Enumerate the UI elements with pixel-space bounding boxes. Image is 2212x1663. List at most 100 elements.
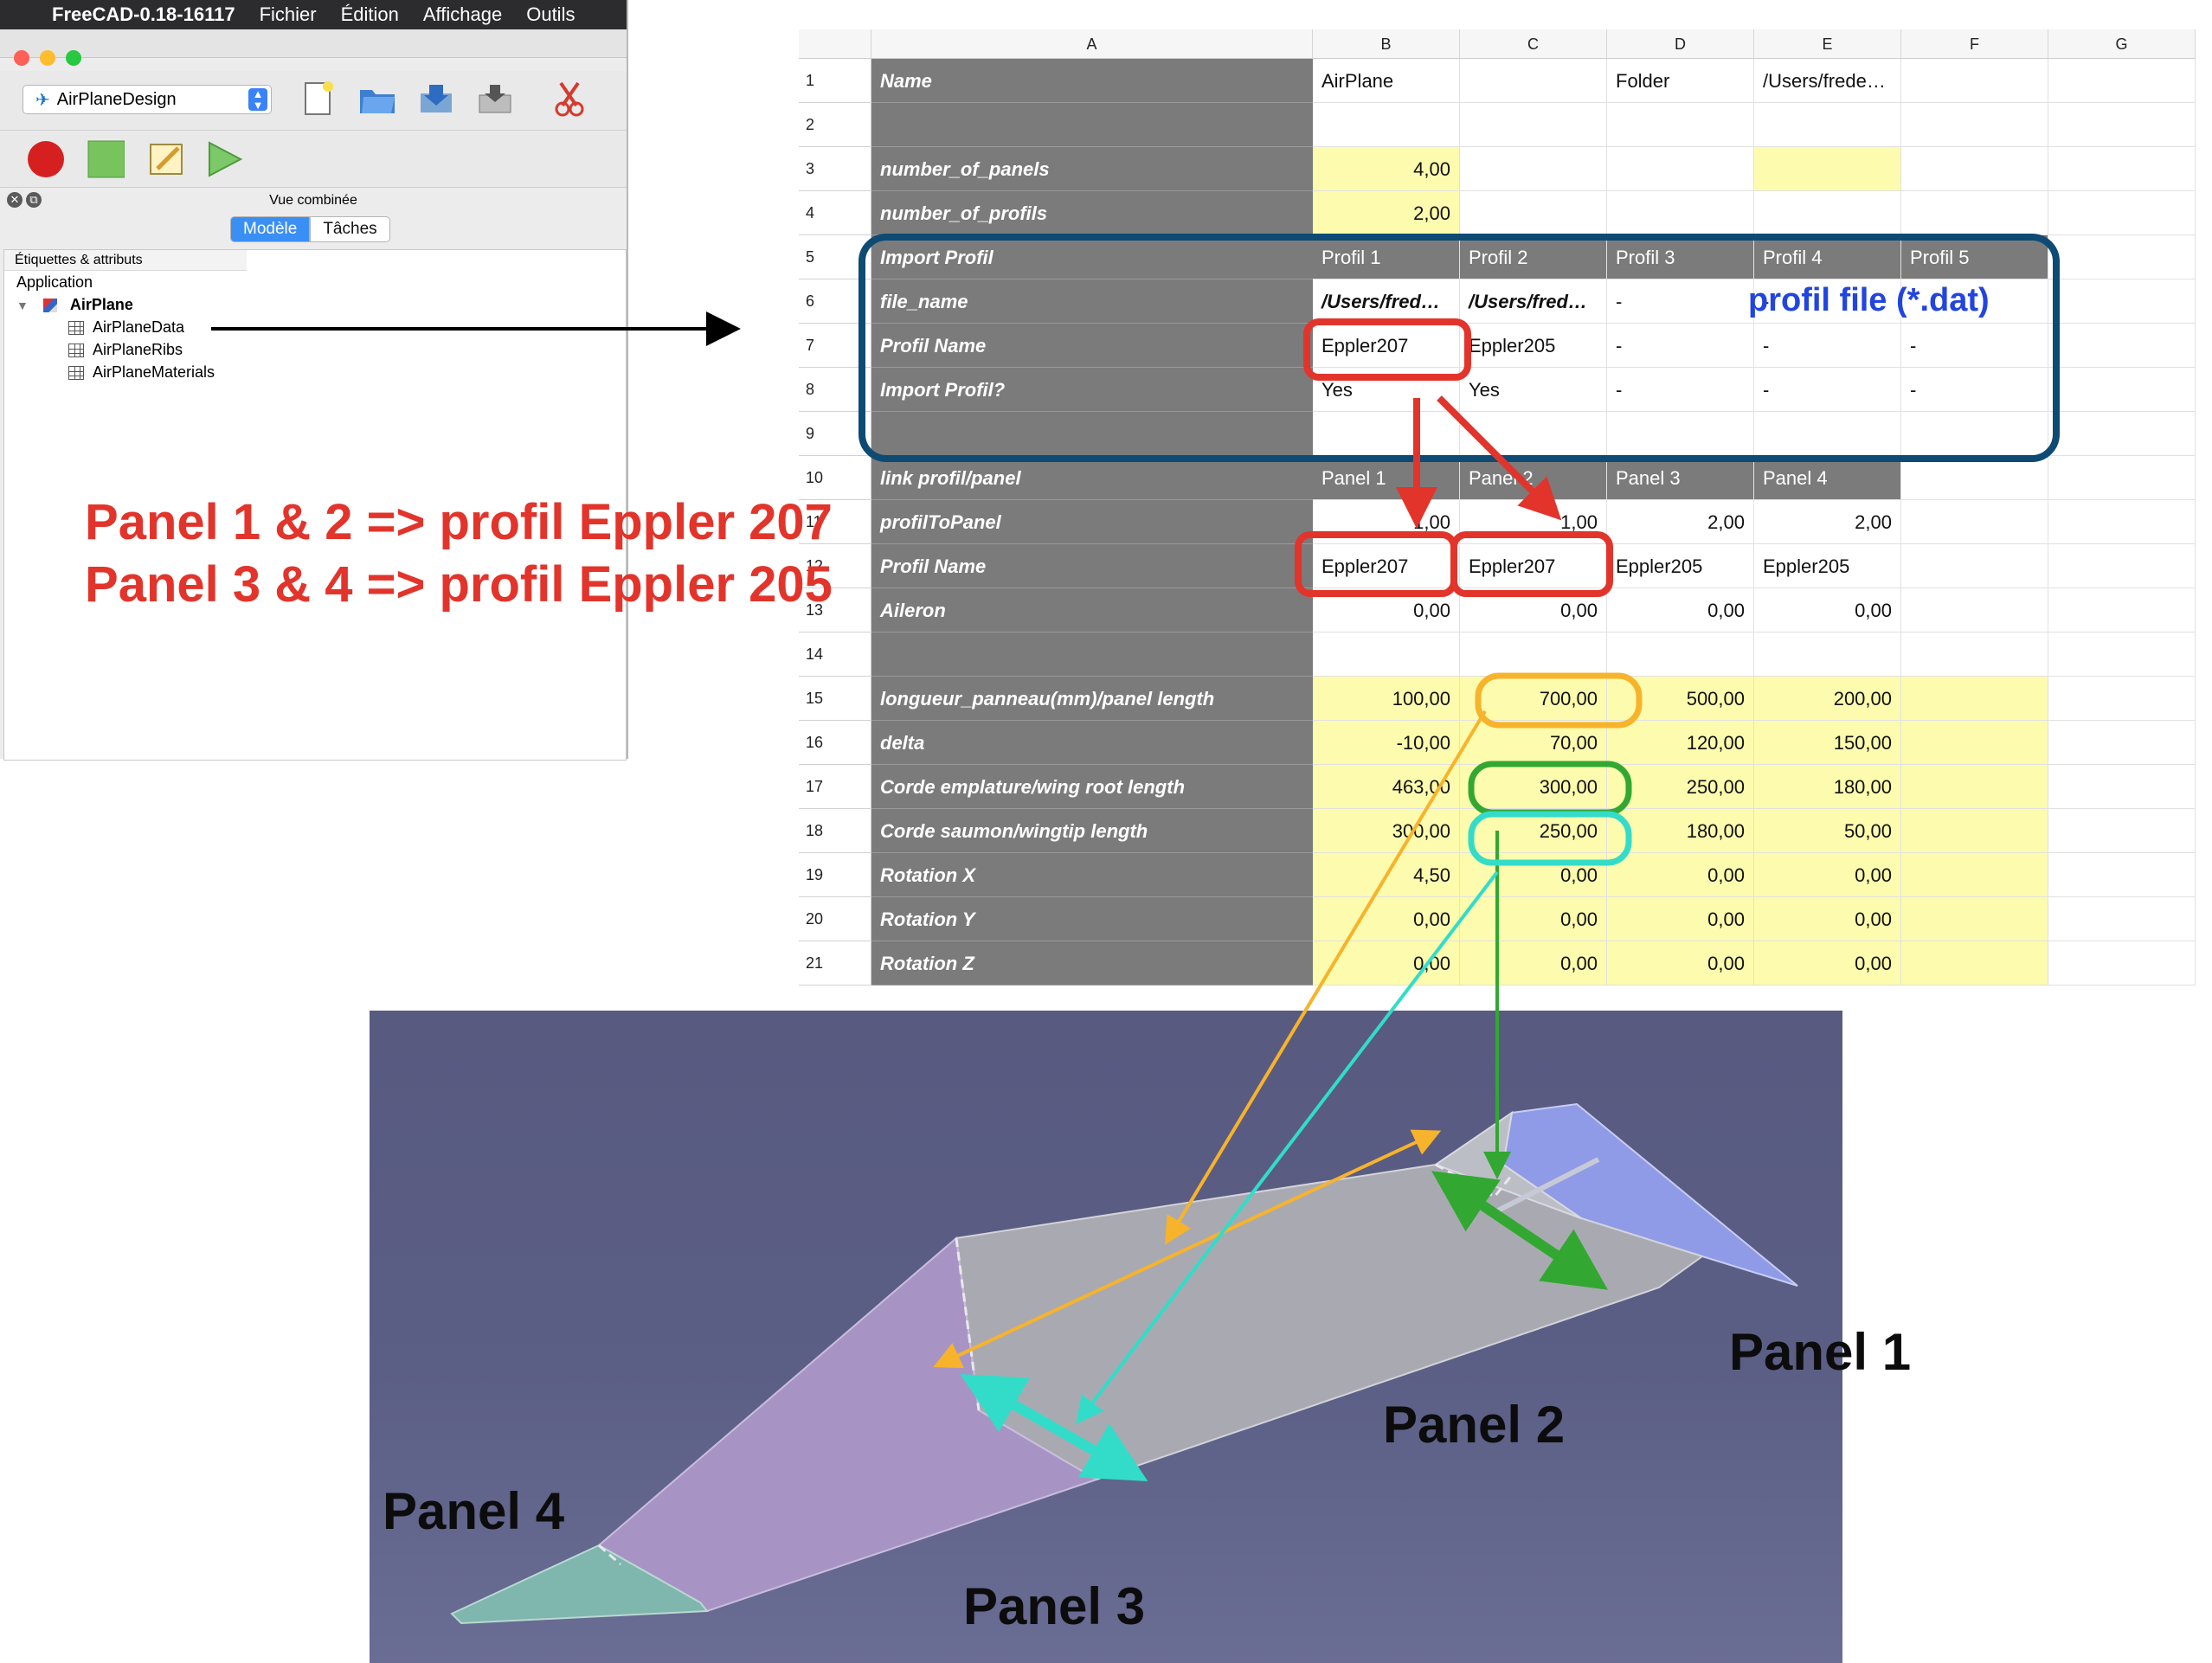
cell[interactable]: [1901, 103, 2048, 147]
cell[interactable]: 0,00: [1313, 588, 1460, 632]
cell-label[interactable]: Rotation Z: [871, 941, 1313, 986]
cell[interactable]: 70,00: [1460, 721, 1607, 765]
cell[interactable]: 500,00: [1607, 677, 1754, 721]
cell[interactable]: 200,00: [1754, 677, 1901, 721]
row-header[interactable]: 2: [799, 103, 871, 147]
cell[interactable]: [1901, 544, 2048, 588]
cell-label[interactable]: Corde emplature/wing root length: [871, 765, 1313, 809]
row-header[interactable]: 21: [799, 941, 871, 986]
row-header[interactable]: 18: [799, 809, 871, 853]
cell[interactable]: [1460, 59, 1607, 103]
cell[interactable]: -: [1754, 324, 1901, 368]
cell[interactable]: [1607, 103, 1754, 147]
cell[interactable]: [1901, 147, 2048, 191]
cell[interactable]: [2048, 456, 2196, 500]
cell[interactable]: -: [1607, 368, 1754, 412]
cell[interactable]: Eppler205: [1607, 544, 1754, 588]
cell[interactable]: 50,00: [1754, 809, 1901, 853]
cell-label[interactable]: number_of_profils: [871, 191, 1313, 235]
cell[interactable]: [2048, 500, 2196, 544]
sheet-corner[interactable]: [799, 29, 871, 59]
row-header[interactable]: 1: [799, 59, 871, 103]
cell[interactable]: [2048, 588, 2196, 632]
cell[interactable]: Eppler205: [1754, 544, 1901, 588]
run-macro-icon[interactable]: [204, 138, 242, 180]
menu-edition[interactable]: Édition: [341, 3, 399, 26]
save-as-icon[interactable]: [476, 78, 514, 119]
cell[interactable]: Eppler207: [1313, 324, 1460, 368]
cell[interactable]: 0,00: [1313, 897, 1460, 941]
cell[interactable]: [1607, 632, 1754, 677]
tree-item-airplanedata[interactable]: AirPlaneData: [68, 316, 184, 338]
cell[interactable]: [2048, 544, 2196, 588]
cell[interactable]: [1754, 147, 1901, 191]
column-header-g[interactable]: G: [2048, 29, 2196, 59]
cell[interactable]: [2048, 59, 2196, 103]
minimize-window-icon[interactable]: [40, 50, 55, 66]
cell[interactable]: 4,50: [1313, 853, 1460, 897]
cut-icon[interactable]: [550, 78, 588, 119]
cell[interactable]: [1313, 632, 1460, 677]
cell[interactable]: 2,00: [1313, 191, 1460, 235]
cell[interactable]: 250,00: [1460, 809, 1607, 853]
cell[interactable]: 0,00: [1754, 897, 1901, 941]
cell[interactable]: Panel 4: [1754, 456, 1901, 500]
cell[interactable]: Profil 2: [1460, 235, 1607, 279]
cell[interactable]: /Users/frede…: [1754, 59, 1901, 103]
cell-label[interactable]: delta: [871, 721, 1313, 765]
cell[interactable]: [1901, 721, 2048, 765]
workbench-select[interactable]: ✈ AirPlaneDesign ▲ ▼: [23, 85, 272, 114]
new-document-icon[interactable]: [299, 78, 338, 119]
cell[interactable]: [1901, 412, 2048, 456]
cell[interactable]: 1,00: [1460, 500, 1607, 544]
cell[interactable]: 100,00: [1313, 677, 1460, 721]
cell[interactable]: [2048, 765, 2196, 809]
cell-label[interactable]: Profil Name: [871, 324, 1313, 368]
cell-label[interactable]: profilToPanel: [871, 500, 1313, 544]
menu-app-name[interactable]: FreeCAD-0.18-16117: [52, 3, 235, 26]
cell[interactable]: [2048, 103, 2196, 147]
cell[interactable]: [1901, 941, 2048, 986]
cell[interactable]: [2048, 941, 2196, 986]
cell[interactable]: [1460, 103, 1607, 147]
cell[interactable]: [2048, 324, 2196, 368]
cell[interactable]: 1,00: [1313, 500, 1460, 544]
cell-label[interactable]: [871, 412, 1313, 456]
cell[interactable]: [2048, 721, 2196, 765]
cell[interactable]: -: [1901, 324, 2048, 368]
cell[interactable]: Folder: [1607, 59, 1754, 103]
row-header[interactable]: 15: [799, 677, 871, 721]
cell[interactable]: [2048, 853, 2196, 897]
column-header-e[interactable]: E: [1754, 29, 1901, 59]
cell[interactable]: [1901, 191, 2048, 235]
cell[interactable]: /Users/fred…: [1313, 279, 1460, 324]
cell[interactable]: 300,00: [1460, 765, 1607, 809]
cell[interactable]: [1901, 588, 2048, 632]
cell[interactable]: [1313, 103, 1460, 147]
cell-label[interactable]: Import Profil: [871, 235, 1313, 279]
cell[interactable]: 0,00: [1313, 941, 1460, 986]
cell[interactable]: 120,00: [1607, 721, 1754, 765]
cell[interactable]: Profil 5: [1901, 235, 2048, 279]
cell[interactable]: [1460, 147, 1607, 191]
cell[interactable]: [2048, 412, 2196, 456]
column-header-c[interactable]: C: [1460, 29, 1607, 59]
cell[interactable]: Eppler205: [1460, 324, 1607, 368]
cell[interactable]: [2048, 677, 2196, 721]
menu-affichage[interactable]: Affichage: [423, 3, 502, 26]
cell-label[interactable]: Corde saumon/wingtip length: [871, 809, 1313, 853]
cell[interactable]: 0,00: [1754, 588, 1901, 632]
cell[interactable]: [2048, 809, 2196, 853]
stop-macro-icon[interactable]: [87, 138, 125, 180]
cell[interactable]: [2048, 897, 2196, 941]
row-header[interactable]: 3: [799, 147, 871, 191]
row-header[interactable]: 8: [799, 368, 871, 412]
cell[interactable]: 0,00: [1754, 941, 1901, 986]
cell[interactable]: [1901, 809, 2048, 853]
cell-label[interactable]: Rotation Y: [871, 897, 1313, 941]
cell[interactable]: Yes: [1313, 368, 1460, 412]
cell[interactable]: [2048, 368, 2196, 412]
column-header-b[interactable]: B: [1313, 29, 1460, 59]
expand-arrow-icon[interactable]: ▼: [16, 299, 29, 312]
cell-label[interactable]: Name: [871, 59, 1313, 103]
